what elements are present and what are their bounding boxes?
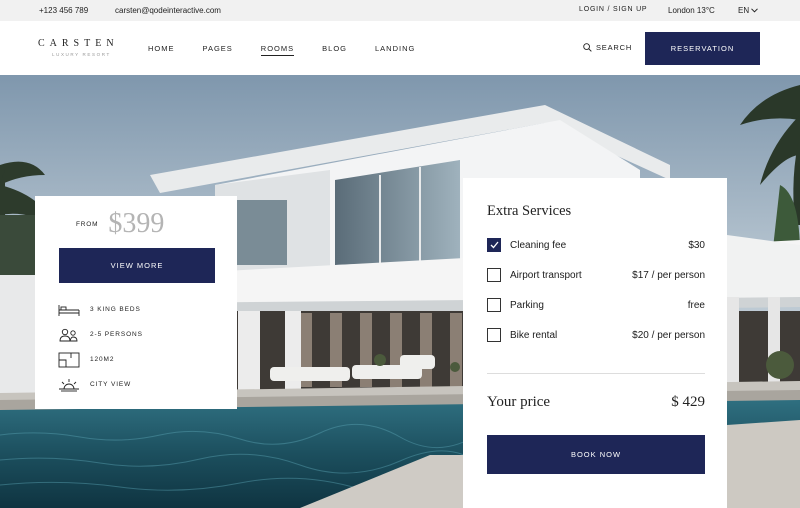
- service-checkbox[interactable]: [487, 268, 501, 282]
- price-row: FROM $399: [76, 208, 164, 240]
- extra-services-panel: Extra Services Cleaning fee $30 Airport …: [463, 178, 727, 508]
- service-cost: $17 / per person: [632, 269, 705, 281]
- feature-persons: 2-5 PERSONS: [58, 322, 143, 347]
- chevron-down-icon: [751, 8, 758, 13]
- service-airport[interactable]: Airport transport $17 / per person: [487, 267, 705, 283]
- nav-blog[interactable]: BLOG: [322, 44, 347, 56]
- login-signup-link[interactable]: LOGIN / SIGN UP: [579, 6, 647, 13]
- room-card: FROM $399 VIEW MORE 3 KING BEDS 2-5 PERS…: [35, 196, 237, 409]
- nav-rooms[interactable]: ROOMS: [260, 44, 295, 56]
- logo[interactable]: CARSTEN LUXURY RESORT: [38, 38, 119, 57]
- search-label: SEARCH: [596, 43, 633, 52]
- logo-tagline: LUXURY RESORT: [52, 52, 111, 57]
- main-header: CARSTEN LUXURY RESORT HOME PAGES ROOMS B…: [0, 21, 800, 75]
- nav-landing[interactable]: LANDING: [375, 44, 415, 56]
- feature-size: 120M2: [58, 347, 143, 372]
- floorplan-icon: [58, 352, 80, 368]
- from-label: FROM: [76, 220, 99, 228]
- service-cost: free: [687, 299, 705, 311]
- room-features: 3 KING BEDS 2-5 PERSONS 120M2 CITY VIEW: [58, 297, 143, 397]
- bed-icon: [58, 302, 80, 318]
- feature-beds: 3 KING BEDS: [58, 297, 143, 322]
- feature-label: 120M2: [90, 356, 115, 363]
- language-label: EN: [738, 6, 750, 15]
- service-parking[interactable]: Parking free: [487, 297, 705, 313]
- search-button[interactable]: SEARCH: [583, 43, 632, 52]
- service-name: Parking: [510, 299, 544, 311]
- top-bar: +123 456 789 carsten@qodeinteractive.com…: [0, 0, 800, 21]
- service-cost: $30: [688, 239, 705, 251]
- nav-pages[interactable]: PAGES: [203, 44, 233, 56]
- main-nav: HOME PAGES ROOMS BLOG LANDING: [148, 44, 443, 56]
- feature-label: 2-5 PERSONS: [90, 331, 143, 338]
- email-link[interactable]: carsten@qodeinteractive.com: [115, 6, 221, 15]
- feature-view: CITY VIEW: [58, 372, 143, 397]
- service-cleaning[interactable]: Cleaning fee $30: [487, 237, 705, 253]
- persons-icon: [58, 327, 80, 343]
- service-cost: $20 / per person: [632, 329, 705, 341]
- service-name: Airport transport: [510, 269, 582, 281]
- phone-number[interactable]: +123 456 789: [39, 6, 88, 15]
- total-price: $ 429: [671, 394, 705, 410]
- service-name: Bike rental: [510, 329, 558, 341]
- extra-services-title: Extra Services: [487, 203, 572, 219]
- room-price: $399: [108, 208, 165, 239]
- feature-label: CITY VIEW: [90, 381, 132, 388]
- service-checkbox[interactable]: [487, 298, 501, 312]
- search-icon: [583, 43, 592, 52]
- logo-brand: CARSTEN: [38, 38, 119, 49]
- sunrise-icon: [58, 377, 80, 393]
- service-bike[interactable]: Bike rental $20 / per person: [487, 327, 705, 343]
- feature-label: 3 KING BEDS: [90, 306, 141, 313]
- checkmark-icon: [490, 241, 499, 249]
- service-name: Cleaning fee: [510, 239, 567, 251]
- view-more-button[interactable]: VIEW MORE: [59, 248, 215, 283]
- nav-home[interactable]: HOME: [148, 44, 175, 56]
- divider: [487, 373, 705, 374]
- language-selector[interactable]: EN: [738, 6, 758, 15]
- weather-info: London 13°C: [668, 6, 715, 15]
- service-checkbox[interactable]: [487, 238, 501, 252]
- service-checkbox[interactable]: [487, 328, 501, 342]
- reservation-button[interactable]: RESERVATION: [645, 32, 760, 65]
- book-now-button[interactable]: BOOK NOW: [487, 435, 705, 474]
- your-price-label: Your price: [487, 394, 551, 410]
